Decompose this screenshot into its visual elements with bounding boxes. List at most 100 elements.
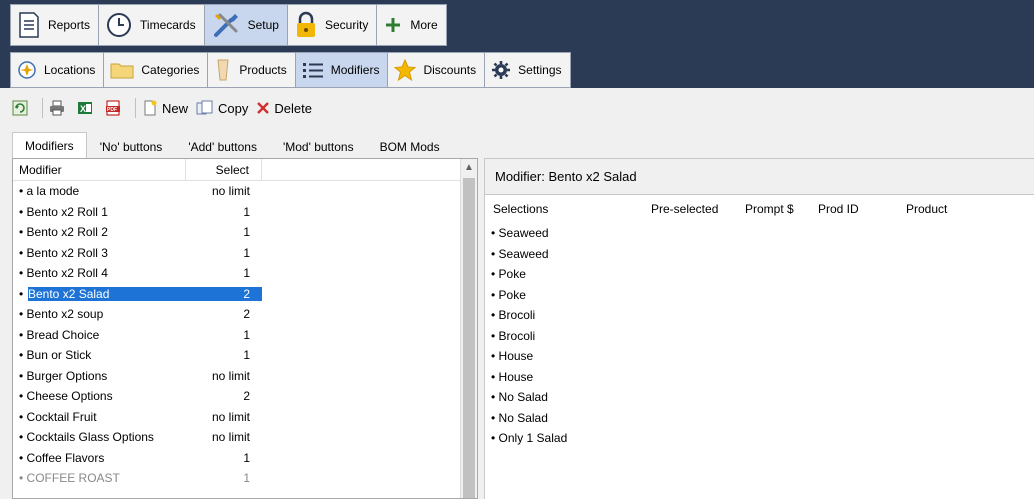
column-header-select[interactable]: Select (186, 159, 262, 180)
table-row[interactable]: • Burger Options no limit (13, 366, 477, 387)
nav-label: Reports (48, 18, 91, 32)
excel-icon: X (77, 100, 93, 116)
modifier-list: Modifier Select • a la mode no limit • Ben… (12, 158, 478, 499)
select-value: 2 (243, 307, 250, 322)
column-header-prompt[interactable]: Prompt $ (745, 202, 794, 216)
tab-no-buttons[interactable]: 'No' buttons (87, 134, 176, 158)
nav-reports[interactable]: Reports (10, 4, 99, 46)
selection-row[interactable]: • Brocoli (485, 326, 1034, 347)
modifier-name: • Bento x2 Roll 4 (13, 266, 186, 280)
modifier-name-text: • COFFEE ROAST (19, 471, 120, 486)
print-button[interactable] (49, 100, 69, 116)
selection-row[interactable]: • Only 1 Salad (485, 428, 1034, 449)
modifier-name-text: • Bento x2 Roll 3 (19, 245, 108, 260)
select-value: 1 (243, 266, 250, 281)
refresh-button[interactable] (12, 100, 32, 116)
table-row[interactable]: • Coffee Flavors 1 (13, 448, 477, 469)
new-button[interactable]: New (142, 100, 188, 116)
copy-button[interactable]: Copy (196, 100, 248, 116)
tab-add-buttons[interactable]: 'Add' buttons (175, 134, 270, 158)
table-row[interactable]: • a la mode no limit (13, 181, 477, 202)
pdf-export-button[interactable]: PDF (105, 100, 125, 116)
select-value: 1 (243, 245, 250, 260)
column-header-selections[interactable]: Selections (493, 202, 548, 216)
tab-bom-mods[interactable]: BOM Mods (367, 134, 453, 158)
setup-nav-row: Locations Categories Products Modifiers Disc… (10, 52, 571, 88)
modifier-name-text: • Bento x2 Roll 4 (19, 266, 108, 281)
modifier-name: • Bento x2 Roll 2 (13, 225, 186, 239)
pdf-icon: PDF (105, 100, 121, 116)
refresh-icon (12, 100, 28, 116)
nav-label: Categories (141, 63, 200, 77)
location-icon (17, 60, 37, 80)
subnav-modifiers[interactable]: Modifiers (294, 52, 388, 88)
modifier-name: • Cocktails Glass Options (13, 430, 186, 444)
subnav-categories[interactable]: Categories (103, 52, 208, 88)
tab-modifiers[interactable]: Modifiers (12, 132, 87, 158)
nav-label: Timecards (140, 18, 196, 32)
select-value: 1 (243, 471, 250, 486)
selection-row[interactable]: • House (485, 346, 1034, 367)
subnav-locations[interactable]: Locations (10, 52, 104, 88)
table-row[interactable]: • Cheese Options 2 (13, 386, 477, 407)
column-header-preselected[interactable]: Pre-selected (651, 202, 718, 216)
table-row[interactable]: • Bento x2 soup 2 (13, 304, 477, 325)
nav-more[interactable]: More (376, 4, 447, 46)
star-icon (394, 59, 417, 81)
nav-label: Products (239, 63, 287, 77)
selection-row[interactable]: • Poke (485, 285, 1034, 306)
subnav-discounts[interactable]: Discounts (387, 52, 485, 88)
selection-row[interactable]: • House (485, 367, 1034, 388)
selection-row[interactable]: • Poke (485, 264, 1034, 285)
nav-label: More (410, 18, 438, 32)
vertical-scrollbar[interactable]: ▲ (460, 159, 477, 498)
table-row[interactable]: • Cocktail Fruit no limit (13, 407, 477, 428)
table-row[interactable]: • Bento x2 Roll 2 1 (13, 222, 477, 243)
nav-timecards[interactable]: Timecards (98, 4, 204, 46)
tab-mod-buttons[interactable]: 'Mod' buttons (270, 134, 367, 158)
table-row[interactable]: • Bento x2 Salad 2 (13, 284, 477, 305)
table-row[interactable]: • Bento x2 Roll 1 1 (13, 202, 477, 223)
column-header-product[interactable]: Product (906, 202, 947, 216)
modifier-name-text: • Bread Choice (19, 327, 100, 342)
modifier-name-text: • Cocktails Glass Options (19, 430, 154, 445)
table-row[interactable]: • Bread Choice 1 (13, 325, 477, 346)
subnav-products[interactable]: Products (207, 52, 295, 88)
selection-row[interactable]: • No Salad (485, 387, 1034, 408)
folder-icon (110, 61, 134, 79)
select-value: no limit (211, 409, 250, 424)
delete-icon (256, 101, 270, 115)
subnav-settings[interactable]: Settings (484, 52, 571, 88)
selection-row[interactable]: • Seaweed (485, 244, 1034, 265)
selections-table: Selections Pre-selected Prompt $ Prod ID… (484, 194, 1034, 499)
table-row[interactable]: • Bento x2 Roll 4 1 (13, 263, 477, 284)
excel-export-button[interactable]: X (77, 100, 97, 116)
column-header-prodid[interactable]: Prod ID (818, 202, 859, 216)
scrollbar-thumb[interactable] (463, 178, 475, 498)
modifier-name-text: • Cocktail Fruit (19, 409, 97, 424)
nav-setup[interactable]: Setup (203, 4, 287, 46)
table-row[interactable]: • COFFEE ROAST 1 (13, 468, 477, 489)
clock-icon (105, 11, 133, 39)
modifier-name-text: • Coffee Flavors (19, 450, 105, 465)
table-row[interactable]: • Bento x2 Roll 3 1 (13, 243, 477, 264)
selection-row[interactable]: • Seaweed (485, 223, 1034, 244)
table-row[interactable]: • Cocktails Glass Options no limit (13, 427, 477, 448)
modifier-name: • Bento x2 Salad (19, 286, 186, 301)
selection-row[interactable]: • Brocoli (485, 305, 1034, 326)
modifier-name-text: Bento x2 Salad (28, 286, 110, 301)
toolbar-separator (135, 98, 136, 118)
modifier-name: • Bento x2 soup (13, 307, 186, 321)
nav-security[interactable]: Security (286, 4, 377, 46)
column-header-modifier[interactable]: Modifier (13, 159, 186, 180)
select-value: no limit (211, 368, 250, 383)
modifier-name-text: • Bento x2 Roll 1 (19, 204, 108, 219)
main-nav-row: Reports Timecards Setup Security More (10, 4, 447, 46)
scroll-up-icon[interactable]: ▲ (461, 159, 477, 176)
selection-row[interactable]: • No Salad (485, 408, 1034, 429)
modifier-name: • Cheese Options (13, 389, 186, 403)
table-row[interactable]: • Bun or Stick 1 (13, 345, 477, 366)
delete-button[interactable]: Delete (256, 101, 312, 116)
nav-label: Discounts (423, 63, 477, 77)
select-value: 1 (243, 204, 250, 219)
